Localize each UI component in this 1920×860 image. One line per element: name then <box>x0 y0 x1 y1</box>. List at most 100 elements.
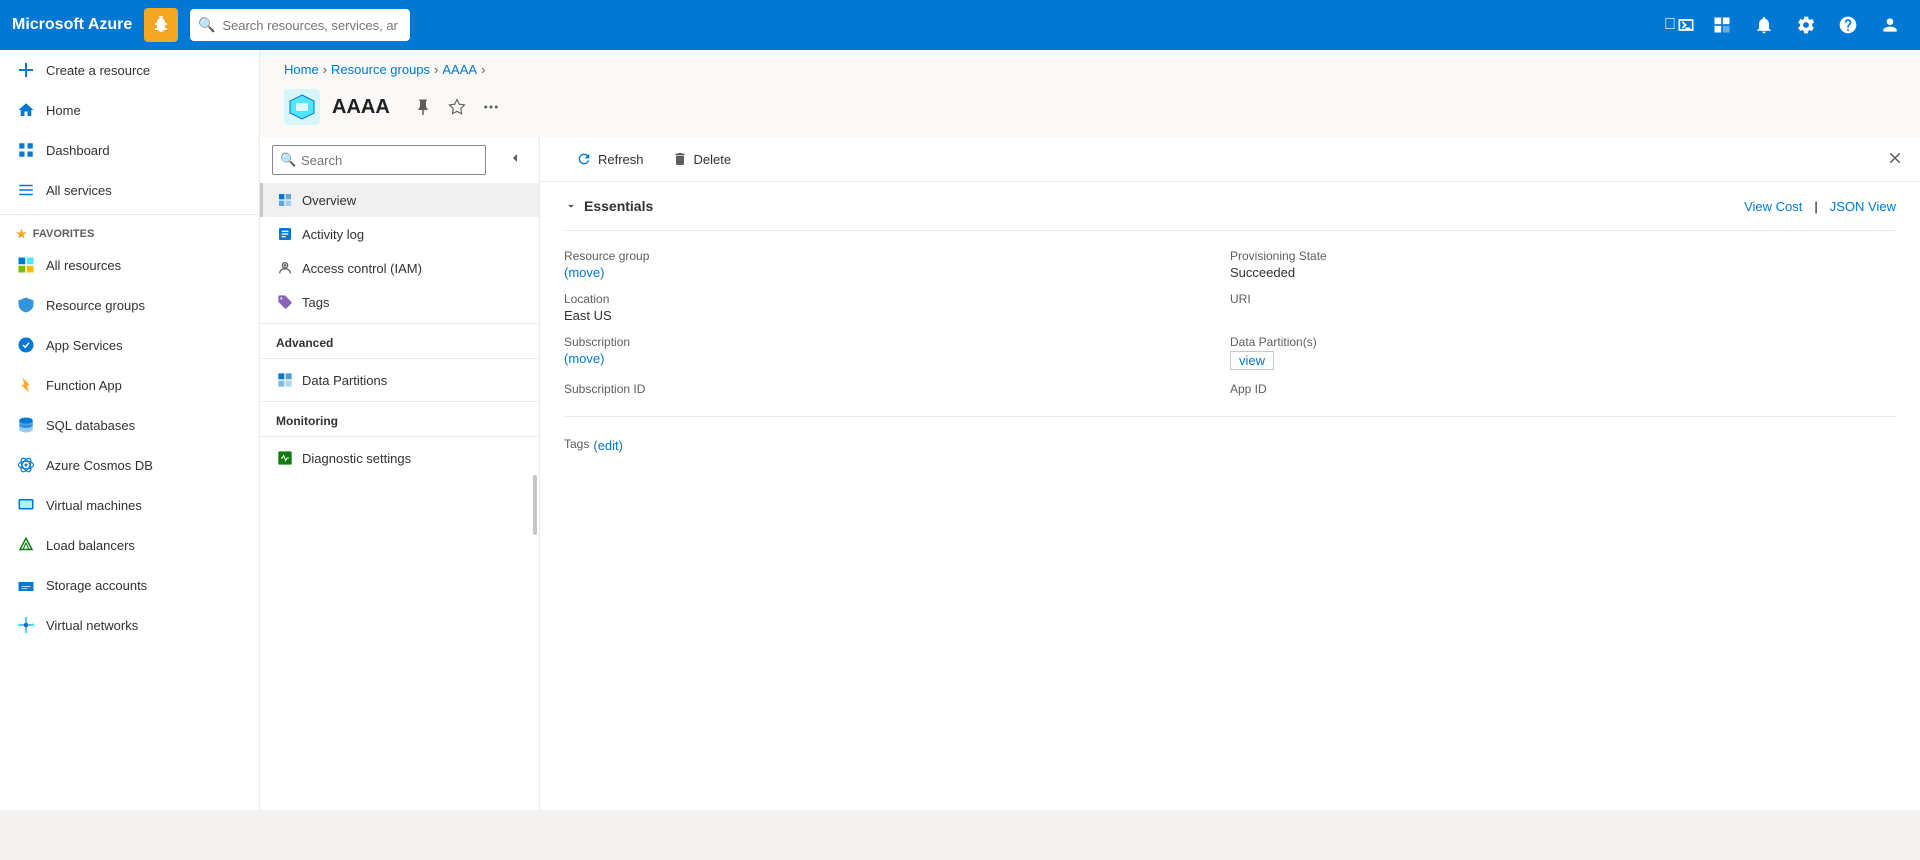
panel-search-input[interactable] <box>272 145 486 175</box>
star-icon: ★ <box>16 227 27 241</box>
list-icon <box>16 180 36 200</box>
close-icon <box>1886 149 1904 167</box>
settings-icon-button[interactable] <box>1788 7 1824 43</box>
storage-icon <box>16 575 36 595</box>
sidebar-item-cosmos-db[interactable]: Azure Cosmos DB <box>0 445 259 485</box>
panel-nav-overview[interactable]: Overview <box>260 183 539 217</box>
bug-icon <box>152 16 170 34</box>
bug-icon-button[interactable] <box>144 8 178 42</box>
diagnostic-settings-label: Diagnostic settings <box>302 451 411 466</box>
question-icon <box>1838 15 1858 35</box>
diagnostic-settings-icon <box>276 449 294 467</box>
panel-scrollbar <box>533 475 537 535</box>
app-layout: Create a resource Home Dashboard All ser… <box>0 50 1920 810</box>
help-icon-button[interactable] <box>1830 7 1866 43</box>
essentials-provisioning-state: Provisioning State Succeeded <box>1230 243 1896 286</box>
delete-button[interactable]: Delete <box>660 145 744 173</box>
resource-icon <box>284 89 320 125</box>
sidebar-item-resource-groups[interactable]: Resource groups <box>0 285 259 325</box>
sidebar-item-load-balancers[interactable]: Load balancers <box>0 525 259 565</box>
load-balancer-icon <box>16 535 36 555</box>
bell-icon <box>1754 15 1774 35</box>
sidebar-item-all-resources[interactable]: All resources <box>0 245 259 285</box>
essentials-section: Essentials View Cost | JSON View Resourc… <box>540 182 1920 477</box>
panel-nav-access-control[interactable]: Access control (IAM) <box>260 251 539 285</box>
breadcrumb-sep-2: › <box>434 62 438 77</box>
gear-icon <box>1796 15 1816 35</box>
global-search-input[interactable] <box>190 9 410 41</box>
sql-icon <box>16 415 36 435</box>
main-content: Home › Resource groups › AAAA › AAAA <box>260 50 1920 810</box>
sidebar-item-create-resource[interactable]: Create a resource <box>0 50 259 90</box>
left-sidebar: Create a resource Home Dashboard All ser… <box>0 50 260 810</box>
sidebar-item-virtual-machines[interactable]: Virtual machines <box>0 485 259 525</box>
terminal-icon:  <box>1664 16 1676 34</box>
more-icon-button[interactable] <box>478 94 504 120</box>
sidebar-item-home[interactable]: Home <box>0 90 259 130</box>
sidebar-item-sql-databases[interactable]: SQL databases <box>0 405 259 445</box>
dashboard-icon <box>16 140 36 160</box>
sidebar-item-app-services[interactable]: App Services <box>0 325 259 365</box>
cosmos-db-icon <box>16 455 36 475</box>
panel-nav-tags[interactable]: Tags <box>260 285 539 319</box>
view-cost-link[interactable]: View Cost <box>1744 199 1802 214</box>
breadcrumb-home[interactable]: Home <box>284 62 319 77</box>
panel-search-container: 🔍 <box>272 145 497 175</box>
resource-groups-icon <box>16 295 36 315</box>
sidebar-item-storage-accounts[interactable]: Storage accounts <box>0 565 259 605</box>
sidebar-item-all-services[interactable]: All services <box>0 170 259 210</box>
panel-nav-data-partitions[interactable]: Data Partitions <box>260 363 539 397</box>
data-partitions-view-link[interactable]: view <box>1230 351 1274 370</box>
tags-edit-link[interactable]: (edit) <box>593 438 623 453</box>
data-partitions-icon <box>276 371 294 389</box>
resource-header: AAAA <box>260 77 1920 137</box>
vnet-icon <box>16 615 36 635</box>
subscription-move-link[interactable]: (move) <box>564 351 604 366</box>
top-navigation: Microsoft Azure 🔍  <box>0 0 1920 50</box>
essentials-subscription-id: Subscription ID <box>564 376 1230 404</box>
essentials-title: Essentials <box>564 198 653 214</box>
essentials-app-id: App ID <box>1230 376 1896 404</box>
sidebar-item-function-app[interactable]: Function App <box>0 365 259 405</box>
sidebar-item-dashboard[interactable]: Dashboard <box>0 130 259 170</box>
global-search-wrap: 🔍 <box>190 9 790 41</box>
star-icon-button[interactable] <box>444 94 470 120</box>
chevron-left-icon <box>507 150 523 166</box>
brand-name: Microsoft Azure <box>12 16 132 34</box>
toolbar: Refresh Delete <box>540 137 1920 182</box>
portal-icon-button[interactable] <box>1704 7 1740 43</box>
sidebar-item-virtual-networks[interactable]: Virtual networks <box>0 605 259 645</box>
resource-group-move-link[interactable]: (move) <box>564 265 604 280</box>
breadcrumb-sep-1: › <box>323 62 327 77</box>
ellipsis-icon <box>482 98 500 116</box>
data-partitions-label: Data Partitions <box>302 373 387 388</box>
panel-nav-activity-log[interactable]: Activity log <box>260 217 539 251</box>
profile-icon-button[interactable] <box>1872 7 1908 43</box>
json-view-link[interactable]: JSON View <box>1830 199 1896 214</box>
breadcrumb-current[interactable]: AAAA <box>442 62 477 77</box>
essentials-grid: Resource group (move) Provisioning State… <box>564 230 1896 461</box>
panel-nav-diagnostic-settings[interactable]: Diagnostic settings <box>260 441 539 475</box>
content-area: 🔍 Overview <box>260 137 1920 810</box>
chevron-down-icon <box>564 199 578 213</box>
top-nav-actions:  <box>1662 7 1908 43</box>
essentials-location: Location East US <box>564 286 1230 329</box>
close-button[interactable] <box>1886 149 1904 173</box>
access-control-icon <box>276 259 294 277</box>
essentials-header: Essentials View Cost | JSON View <box>564 198 1896 214</box>
vm-icon <box>16 495 36 515</box>
breadcrumb-resource-groups[interactable]: Resource groups <box>331 62 430 77</box>
all-resources-icon <box>16 255 36 275</box>
pin-icon-button[interactable] <box>410 94 436 120</box>
terminal-icon-button[interactable]:  <box>1662 7 1698 43</box>
notification-icon-button[interactable] <box>1746 7 1782 43</box>
panel-scrollbar-area <box>260 475 539 810</box>
resource-title: AAAA <box>332 96 390 119</box>
essentials-uri: URI <box>1230 286 1896 329</box>
overview-label: Overview <box>302 193 356 208</box>
tags-row: Tags (edit) <box>564 429 1896 461</box>
delete-icon <box>672 151 688 167</box>
panel-collapse-button[interactable] <box>503 146 527 175</box>
refresh-button[interactable]: Refresh <box>564 145 656 173</box>
essentials-links: View Cost | JSON View <box>1744 199 1896 214</box>
